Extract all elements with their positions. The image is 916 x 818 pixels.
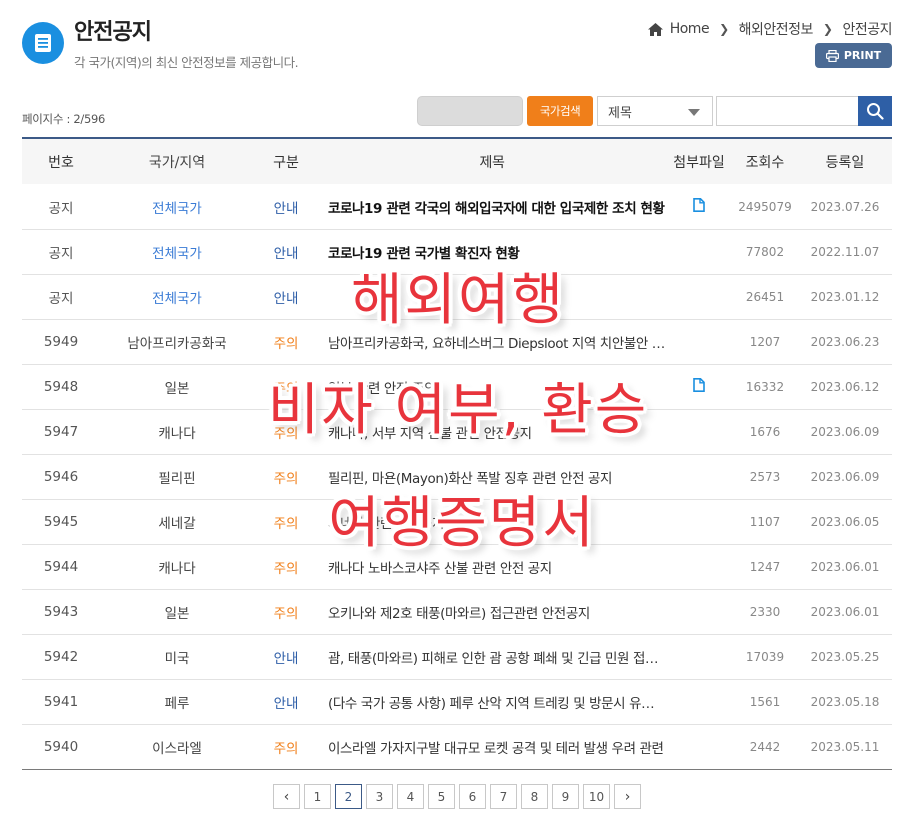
table-row[interactable]: 5942 미국 안내 괌, 태풍(마와르) 피해로 인한 괌 공항 폐쇄 및 긴급 민… xyxy=(22,634,892,679)
printer-icon xyxy=(825,49,839,62)
home-icon[interactable] xyxy=(647,22,663,36)
row-country: 캐나다 xyxy=(158,561,196,577)
row-country: 일본 xyxy=(164,606,190,622)
row-views: 1207 xyxy=(749,335,781,349)
table-row[interactable]: 5941 페루 안내 (다수 국가 공통 사항) 페루 산악 지역 트레킹 및 방문시… xyxy=(22,679,892,724)
row-date: 2023.05.11 xyxy=(810,740,880,754)
row-attachment[interactable] xyxy=(666,197,732,216)
row-views: 2495079 xyxy=(738,199,792,214)
table-row[interactable]: 공지 전체국가 안내 코로나19 관련 각국의 해외입국자에 대한 입국제한 조치 현… xyxy=(22,184,892,229)
overlay-text-line1: 해외여행 xyxy=(350,268,566,333)
row-date: 2023.06.01 xyxy=(810,605,880,619)
search-icon xyxy=(867,103,884,120)
page-button[interactable]: 5 xyxy=(428,784,455,809)
row-date: 2023.06.23 xyxy=(810,335,880,349)
row-views: 1561 xyxy=(749,695,781,709)
row-date: 2023.07.26 xyxy=(810,199,880,214)
country-search-button[interactable]: 국가검색 xyxy=(527,96,593,126)
next-page-button[interactable]: › xyxy=(614,784,641,809)
chevron-right-icon: ❯ xyxy=(719,22,729,36)
row-type: 안내 xyxy=(273,696,299,712)
row-date: 2023.06.01 xyxy=(810,560,880,574)
search-field-value: 제목 xyxy=(608,105,632,121)
row-type: 안내 xyxy=(273,651,299,667)
search-field-select[interactable]: 제목 xyxy=(597,96,713,126)
overlay-text-line2: 비자 여부, 환승 xyxy=(267,378,649,443)
search-button[interactable] xyxy=(858,96,892,126)
page-button[interactable]: 2 xyxy=(335,784,362,809)
page-button[interactable]: 1 xyxy=(304,784,331,809)
print-label: PRINT xyxy=(843,49,882,62)
row-title-link[interactable]: 코로나19 관련 각국의 해외입국자에 대한 입국제한 조치 현황 xyxy=(318,197,666,217)
header-no: 번호 xyxy=(48,154,74,171)
breadcrumb-overseas-safety[interactable]: 해외안전정보 xyxy=(739,19,814,39)
row-date: 2023.05.25 xyxy=(810,650,880,664)
breadcrumb-home[interactable]: Home xyxy=(670,21,710,37)
header-views: 조회수 xyxy=(745,154,785,171)
table-row[interactable]: 5940 이스라엘 주의 이스라엘 가자지구발 대규모 로켓 공격 및 테러 발생 우… xyxy=(22,724,892,769)
row-title-link[interactable]: 오키나와 제2호 태풍(마와르) 접근관련 안전공지 xyxy=(318,602,666,622)
row-country: 미국 xyxy=(164,651,190,667)
print-button[interactable]: PRINT xyxy=(815,43,892,68)
header-type: 구분 xyxy=(273,154,299,171)
breadcrumb-current: 안전공지 xyxy=(842,22,892,38)
row-number: 5941 xyxy=(43,694,79,710)
row-type: 주의 xyxy=(273,561,299,577)
overlay-text-line3: 여행증명서 xyxy=(328,491,596,556)
country-select-input[interactable] xyxy=(417,96,523,126)
notice-list-icon xyxy=(22,22,64,64)
breadcrumb: Home ❯ 해외안전정보 ❯ 안전공지 xyxy=(647,19,892,39)
header-country: 국가/지역 xyxy=(148,154,206,171)
notice-table: 번호 국가/지역 구분 제목 첨부파일 조회수 등록일 공지 전체국가 안내 코로나1… xyxy=(22,137,892,770)
page-button[interactable]: 6 xyxy=(459,784,486,809)
row-views: 17039 xyxy=(745,650,785,664)
row-country: 전체국가 xyxy=(152,200,202,217)
row-title-link[interactable]: 이스라엘 가자지구발 대규모 로켓 공격 및 테러 발생 우려 관련 xyxy=(318,737,666,757)
prev-page-button[interactable]: ‹ xyxy=(273,784,300,809)
row-country: 페루 xyxy=(164,696,190,712)
pagination: ‹ 1 2 3 4 5 6 7 8 9 10 › xyxy=(273,784,641,809)
row-number: 공지 xyxy=(48,200,74,217)
header-date: 등록일 xyxy=(825,154,865,171)
row-views: 1247 xyxy=(749,560,781,574)
row-number: 5942 xyxy=(43,649,79,665)
row-title-link[interactable]: 캐나다 노바스코샤주 산불 관련 안전 공지 xyxy=(318,557,666,577)
table-header: 번호 국가/지역 구분 제목 첨부파일 조회수 등록일 xyxy=(22,139,892,184)
caret-down-icon xyxy=(688,109,700,116)
page-button[interactable]: 3 xyxy=(366,784,393,809)
header-file: 첨부파일 xyxy=(673,154,725,171)
row-type: 주의 xyxy=(273,741,299,757)
table-row[interactable]: 5943 일본 주의 오키나와 제2호 태풍(마와르) 접근관련 안전공지 2330 20… xyxy=(22,589,892,634)
page-button[interactable]: 4 xyxy=(397,784,424,809)
row-views: 2442 xyxy=(749,740,781,754)
row-number: 5943 xyxy=(43,604,79,620)
keyword-input[interactable] xyxy=(716,96,859,126)
header-title: 제목 xyxy=(479,154,505,171)
page-button[interactable]: 7 xyxy=(490,784,517,809)
row-number: 5944 xyxy=(43,559,79,575)
chevron-right-icon: ❯ xyxy=(822,22,833,36)
file-icon[interactable] xyxy=(693,197,705,216)
page-button[interactable]: 10 xyxy=(583,784,610,809)
row-title-link[interactable]: 괌, 태풍(마와르) 피해로 인한 괌 공항 폐쇄 및 긴급 민원 접수 안내 xyxy=(318,647,666,667)
row-type: 안내 xyxy=(273,200,299,217)
page-button[interactable]: 8 xyxy=(521,784,548,809)
row-country: 이스라엘 xyxy=(152,741,202,757)
page-title: 안전공지 xyxy=(74,20,152,45)
page-count: 페이지수 : 2/596 xyxy=(22,112,106,126)
row-type: 주의 xyxy=(273,606,299,622)
row-date: 2023.05.18 xyxy=(810,695,880,709)
row-views: 2330 xyxy=(749,605,781,619)
row-title-link[interactable]: (다수 국가 공통 사항) 페루 산악 지역 트레킹 및 방문시 유의사항 xyxy=(318,692,666,712)
row-number: 5949 xyxy=(43,334,79,350)
page-subtitle: 각 국가(지역)의 최신 안전정보를 제공합니다. xyxy=(74,55,299,70)
page-button[interactable]: 9 xyxy=(552,784,579,809)
row-number: 5940 xyxy=(43,739,79,755)
